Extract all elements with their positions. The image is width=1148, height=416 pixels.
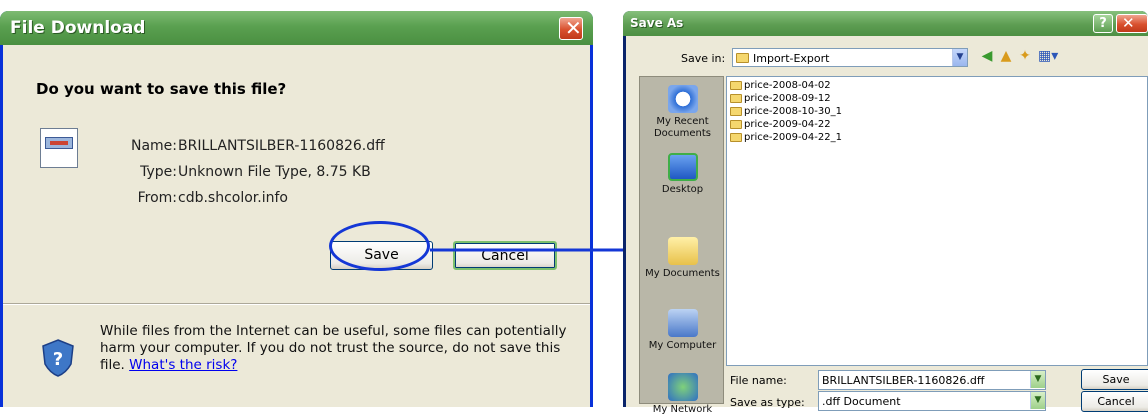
from-label: From: [137,190,177,206]
close-button[interactable]: ✕ [559,16,583,40]
file-download-title: File Download [10,18,146,38]
save-in-dropdown[interactable]: Import-Export ▼ [732,48,968,67]
save-as-close-button[interactable]: ✕ [1116,14,1148,33]
save-question: Do you want to save this file? [36,80,287,98]
save-as-save-button[interactable]: Save [1081,369,1148,390]
file-list[interactable]: price-2008-04-02 price-2008-09-12 price-… [726,76,1148,366]
list-item[interactable]: price-2008-04-02 [730,80,831,91]
folder-icon [730,93,742,103]
list-item[interactable]: price-2009-04-22 [730,119,831,130]
save-as-title: Save As [630,16,684,30]
save-as-type-label: Save as type: [730,396,805,409]
folder-icon [736,53,749,63]
place-label: Desktop [661,184,704,195]
name-label: Name: [130,138,177,154]
list-item[interactable]: price-2009-04-22_1 [730,132,842,143]
security-shield-icon: ? [42,339,74,377]
type-value: Unknown File Type, 8.75 KB [178,164,371,180]
list-item[interactable]: price-2008-09-12 [730,93,831,104]
place-recent-documents[interactable]: My Recent Documents [640,85,725,140]
close-icon: ✕ [1122,14,1135,32]
warning-text-block: While files from the Internet can be use… [100,323,570,374]
save-as-type-value: .dff Document [822,395,901,408]
up-folder-icon[interactable]: ▲ [997,48,1015,65]
place-desktop[interactable]: Desktop [640,153,725,196]
risk-link[interactable]: What's the risk? [129,357,237,373]
highlight-ellipse [329,221,430,271]
file-name: price-2008-04-02 [744,80,831,91]
place-label: My Recent Documents [653,116,712,139]
back-icon[interactable]: ◀ [978,48,996,65]
chevron-down-icon[interactable]: ▼ [1030,371,1045,388]
my-documents-icon [667,237,698,265]
from-value: cdb.shcolor.info [178,190,288,206]
save-as-body: Save in: Import-Export ▼ ◀ ▲ ✦ ▦▾ My Rec… [626,36,1148,415]
chevron-down-icon[interactable]: ▼ [1030,392,1045,409]
file-name-label: File name: [730,374,787,387]
save-as-dialog: Save As ? ✕ Save in: Import-Export ▼ ◀ ▲… [623,11,1148,415]
separator [3,303,590,305]
views-menu-icon[interactable]: ▦▾ [1038,48,1058,65]
list-item[interactable]: price-2008-10-30_1 [730,106,842,117]
save-in-value: Import-Export [753,52,830,65]
file-name: price-2008-09-12 [744,93,831,104]
file-name: price-2009-04-22_1 [744,132,842,143]
save-in-label: Save in: [681,52,726,65]
name-value: BRILLANTSILBER-1160826.dff [178,138,385,154]
place-label: My Network [652,404,713,415]
file-name-value: BRILLANTSILBER-1160826.dff [822,374,985,387]
new-folder-icon[interactable]: ✦ [1016,48,1034,65]
place-my-network[interactable]: My Network [640,373,725,416]
file-download-dialog: File Download ✕ Do you want to save this… [0,11,593,407]
recent-documents-icon [667,85,698,113]
folder-icon [730,106,742,116]
save-as-titlebar[interactable]: Save As ? ✕ [623,11,1148,36]
places-bar: My Recent Documents Desktop My Documents… [639,76,725,415]
file-download-titlebar[interactable]: File Download ✕ [0,11,593,45]
my-network-icon [667,373,698,401]
folder-icon [730,119,742,129]
save-as-type-select[interactable]: .dff Document ▼ [818,391,1046,411]
my-computer-icon [667,309,698,337]
help-button[interactable]: ? [1093,14,1113,33]
folder-icon [730,132,742,142]
place-label: My Documents [645,268,720,279]
file-download-body: Do you want to save this file? Name: BRI… [3,45,590,407]
folder-icon [730,80,742,90]
save-as-cancel-button[interactable]: Cancel [1081,391,1148,412]
chevron-down-icon[interactable]: ▼ [952,49,967,66]
file-name: price-2009-04-22 [744,119,831,130]
place-my-computer[interactable]: My Computer [640,309,725,352]
type-label: Type: [140,164,177,180]
file-name-field[interactable]: BRILLANTSILBER-1160826.dff ▼ [818,370,1046,390]
desktop-icon [667,153,698,181]
file-name: price-2008-10-30_1 [744,106,842,117]
svg-text:?: ? [53,349,63,370]
place-label: My Computer [648,340,717,351]
close-icon: ✕ [565,16,582,40]
place-my-documents[interactable]: My Documents [640,237,725,280]
